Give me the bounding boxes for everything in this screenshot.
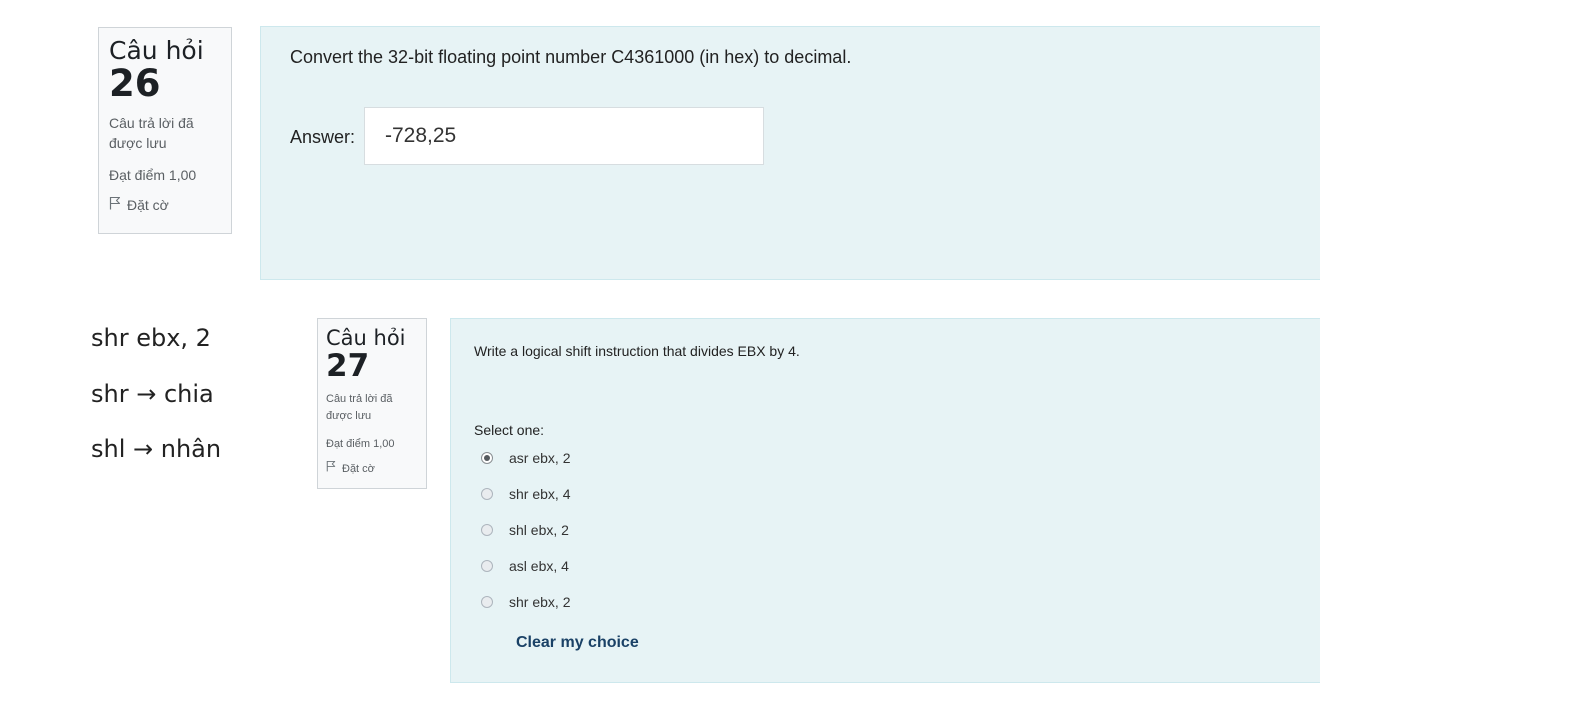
answer-label: Answer: <box>290 127 356 147</box>
question-state: Câu trả lời đã được lưu <box>326 393 393 422</box>
option-label: asl ebx, 4 <box>509 558 569 574</box>
question-state: Câu trả lời đã được lưu <box>109 115 194 151</box>
question-26-content: Convert the 32-bit floating point number… <box>260 26 1320 280</box>
radio-button-icon[interactable] <box>481 488 493 500</box>
answer-input[interactable] <box>364 107 764 165</box>
option-label: asr ebx, 2 <box>509 450 571 466</box>
note-line: shr → chia <box>91 380 214 408</box>
question-number: 26 <box>109 62 161 105</box>
radio-button-icon[interactable] <box>481 596 493 608</box>
option-label: shr ebx, 2 <box>509 594 571 610</box>
question-26-info: Câu hỏi 26 Câu trả lời đã được lưu Đạt đ… <box>98 27 232 234</box>
question-number: 27 <box>326 348 370 384</box>
flag-icon <box>326 460 336 478</box>
note-line: shr ebx, 2 <box>91 324 211 352</box>
radio-button-icon[interactable] <box>481 524 493 536</box>
answer-option[interactable]: shr ebx, 2 <box>481 591 570 613</box>
question-27-info: Câu hỏi 27 Câu trả lời đã được lưu Đạt đ… <box>317 318 427 489</box>
question-grade: Đạt điểm 1,00 <box>326 438 395 450</box>
flag-question-button[interactable]: Đặt cờ <box>326 460 418 478</box>
clear-choice-link[interactable]: Clear my choice <box>516 634 639 652</box>
radio-button-icon[interactable] <box>481 560 493 572</box>
flag-icon <box>109 195 121 215</box>
question-text: Convert the 32-bit floating point number… <box>290 47 852 67</box>
question-text: Write a logical shift instruction that d… <box>474 343 800 359</box>
note-line: shl → nhân <box>91 435 222 463</box>
question-title: Câu hỏi <box>326 326 406 350</box>
select-one-label: Select one: <box>474 422 545 438</box>
question-27-content: Write a logical shift instruction that d… <box>450 318 1320 683</box>
question-title: Câu hỏi <box>109 36 204 65</box>
option-label: shl ebx, 2 <box>509 522 569 538</box>
answer-option[interactable]: shr ebx, 4 <box>481 483 570 505</box>
answer-option[interactable]: asr ebx, 2 <box>481 447 570 469</box>
radio-button-icon[interactable] <box>481 452 493 464</box>
question-grade: Đạt điểm 1,00 <box>109 167 197 183</box>
flag-label: Đặt cờ <box>342 462 375 475</box>
flag-label: Đặt cờ <box>127 197 169 213</box>
flag-question-button[interactable]: Đặt cờ <box>109 195 221 215</box>
answer-option[interactable]: shl ebx, 2 <box>481 519 569 541</box>
option-label: shr ebx, 4 <box>509 486 571 502</box>
answer-option[interactable]: asl ebx, 4 <box>481 555 569 577</box>
